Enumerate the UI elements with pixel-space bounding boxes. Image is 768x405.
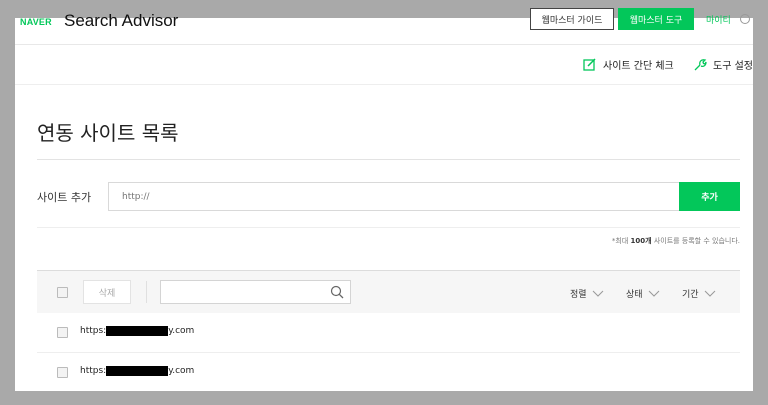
overlay-right xyxy=(753,0,768,405)
tool-settings-label: 도구 설정 xyxy=(713,61,753,72)
list-toolbar: 삭제 정렬 상태 기간 xyxy=(37,270,740,313)
tool-settings-link[interactable]: 도구 설정 xyxy=(693,57,753,72)
delete-button[interactable]: 삭제 xyxy=(83,280,131,304)
status-dropdown[interactable]: 상태 xyxy=(626,287,660,300)
title-divider xyxy=(37,159,740,160)
row-checkbox[interactable] xyxy=(57,327,68,338)
naver-logo[interactable]: NAVER xyxy=(20,17,52,27)
wrench-icon xyxy=(694,58,707,70)
page-title: 연동 사이트 목록 xyxy=(37,121,179,145)
power-icon[interactable] xyxy=(740,14,750,24)
site-search-input[interactable] xyxy=(160,280,351,304)
add-divider xyxy=(37,227,740,228)
select-all-checkbox[interactable] xyxy=(57,287,68,298)
period-dropdown[interactable]: 기간 xyxy=(682,287,716,300)
add-site-button[interactable]: 추가 xyxy=(679,182,740,211)
overlay-left xyxy=(0,0,15,405)
redacted-block xyxy=(106,326,169,336)
chevron-down-icon xyxy=(648,290,659,297)
chevron-down-icon xyxy=(592,290,603,297)
edit-icon xyxy=(583,57,596,71)
toolbar-separator xyxy=(146,281,147,303)
search-icon[interactable] xyxy=(330,285,344,299)
site-url-input[interactable] xyxy=(108,182,679,211)
add-site-label: 사이트 추가 xyxy=(37,191,92,204)
site-limit-note: *최대 100개 사이트를 등록할 수 있습니다. xyxy=(611,237,740,245)
site-url[interactable]: https: y.com xyxy=(80,326,194,336)
sort-dropdown[interactable]: 정렬 xyxy=(570,287,604,300)
webmaster-guide-button[interactable]: 웹마스터 가이드 xyxy=(530,8,614,30)
chevron-down-icon xyxy=(704,290,715,297)
row-checkbox[interactable] xyxy=(57,367,68,378)
site-url[interactable]: https: y.com xyxy=(80,366,194,376)
list-item[interactable]: https: y.com xyxy=(37,353,740,393)
overlay-bottom xyxy=(0,391,768,405)
redacted-block xyxy=(106,366,169,376)
subnav-divider xyxy=(15,84,753,85)
webmaster-tools-button[interactable]: 웹마스터 도구 xyxy=(618,8,694,30)
site-check-label: 사이트 간단 체크 xyxy=(603,61,674,72)
mypage-link[interactable]: 마이티 xyxy=(706,13,731,26)
app-title[interactable]: Search Advisor xyxy=(64,11,178,31)
header-divider xyxy=(15,44,753,45)
list-item[interactable]: https: y.com xyxy=(37,313,740,353)
site-check-link[interactable]: 사이트 간단 체크 xyxy=(583,57,674,72)
